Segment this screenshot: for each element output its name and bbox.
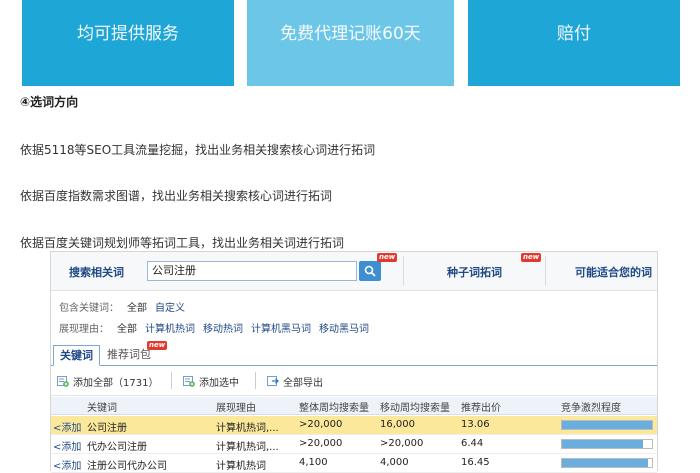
add-row-link[interactable]: <添加: [53, 438, 81, 453]
add-selected-button[interactable]: 添加选中: [183, 374, 239, 389]
divider: [171, 372, 172, 389]
divider: [255, 372, 256, 389]
bid-cell: 16.45: [461, 457, 490, 468]
banner-text: 均可提供服务: [77, 24, 179, 44]
competition-bar: [561, 458, 653, 468]
include-option-all[interactable]: 全部: [127, 303, 147, 314]
competition-bar: [561, 420, 653, 430]
result-tabs: 关键词 推荐词包 new: [51, 341, 657, 366]
search-label[interactable]: 搜索相关词: [69, 264, 124, 280]
reason-label: 展现理由：: [59, 324, 109, 335]
new-badge: new: [521, 253, 542, 262]
column-total-volume[interactable]: 整体周均搜索量: [299, 399, 369, 414]
new-badge: new: [377, 253, 398, 262]
reason-option-pc-hot[interactable]: 计算机热词: [145, 324, 195, 335]
add-list-icon: [183, 376, 195, 387]
step-heading: ④选词方向: [20, 95, 79, 109]
bid-cell: 6.44: [461, 438, 484, 449]
table-row[interactable]: <添加 代办公司注册 计算机热词,... >20,000 >20,000 6.4…: [51, 435, 657, 454]
table-row[interactable]: <添加 公司注册 计算机热词,... >20,000 16,000 13.06: [51, 416, 657, 435]
paragraph-1: 依据5118等SEO工具流量挖掘，找出业务相关搜索核心词进行拓词: [20, 143, 376, 157]
include-filter: 包含关键词： 全部 自定义: [59, 299, 185, 314]
tab-keywords[interactable]: 关键词: [53, 345, 100, 366]
reason-cell: 计算机热词,...: [216, 442, 279, 453]
competition-fill: [562, 459, 648, 467]
reason-option-mobile-hot[interactable]: 移动热词: [203, 324, 243, 335]
competition-fill: [562, 421, 652, 429]
include-label: 包含关键词：: [59, 303, 119, 314]
column-competition[interactable]: 竞争激烈程度: [561, 399, 621, 414]
reason-option-pc-darkhorse[interactable]: 计算机黑马词: [251, 324, 311, 335]
add-all-label: 添加全部（1731）: [73, 378, 159, 389]
total-volume-cell: >20,000: [299, 438, 343, 449]
service-banner-2: 免费代理记账60天: [247, 0, 454, 86]
keyword-cell: 公司注册: [87, 423, 127, 434]
divider: [403, 256, 404, 286]
service-banner-1: 均可提供服务: [22, 0, 234, 86]
divider: [545, 256, 546, 286]
reason-option-mobile-darkhorse[interactable]: 移动黑马词: [319, 324, 369, 335]
add-selected-label: 添加选中: [199, 378, 239, 389]
export-all-button[interactable]: 全部导出: [267, 374, 323, 389]
table-header: 关键词 展现理由 整体周均搜索量 移动周均搜索量 推荐出价 竞争激烈程度: [51, 397, 657, 415]
add-row-link[interactable]: <添加: [53, 419, 81, 434]
column-mobile-volume[interactable]: 移动周均搜索量: [380, 399, 450, 414]
export-icon: [267, 376, 279, 386]
search-input[interactable]: 公司注册: [147, 261, 357, 281]
bid-cell: 13.06: [461, 419, 490, 430]
keyword-planner-panel: 搜索相关词 公司注册 new 种子词拓词 new 可能适合您的词 包含关键词： 全…: [50, 251, 658, 473]
reason-cell: 计算机热词,...: [216, 423, 279, 434]
total-volume-cell: >20,000: [299, 419, 343, 430]
search-button[interactable]: [359, 261, 381, 281]
paragraph-2: 依据百度指数需求图谱，找出业务相关搜索核心词进行拓词: [20, 189, 333, 203]
competition-bar: [561, 439, 653, 449]
mobile-volume-cell: 16,000: [380, 419, 415, 430]
tab-seed-expand[interactable]: 种子词拓词: [447, 264, 502, 280]
banner-text: 免费代理记账60天: [280, 24, 421, 44]
add-list-icon: [57, 376, 69, 387]
reason-filter: 展现理由： 全部 计算机热词 移动热词 计算机黑马词 移动黑马词: [59, 320, 369, 335]
mobile-volume-cell: 4,000: [380, 457, 409, 468]
service-banner-3: 赔付: [468, 0, 680, 86]
tab-suggested-words[interactable]: 可能适合您的词: [575, 264, 652, 280]
total-volume-cell: 4,100: [299, 457, 328, 468]
column-bid[interactable]: 推荐出价: [461, 399, 501, 414]
include-option-custom[interactable]: 自定义: [155, 303, 185, 314]
export-all-label: 全部导出: [283, 378, 323, 389]
column-reason[interactable]: 展现理由: [216, 399, 256, 414]
table-row[interactable]: <添加 注册公司代办公司 计算机热词 4,100 4,000 16.45: [51, 454, 657, 473]
reason-option-all[interactable]: 全部: [117, 324, 137, 335]
mobile-volume-cell: >20,000: [380, 438, 424, 449]
paragraph-3: 依据百度关键词规划师等拓词工具，找出业务相关词进行拓词: [20, 236, 345, 250]
banner-text: 赔付: [557, 24, 591, 44]
keyword-cell: 代办公司注册: [87, 442, 147, 453]
column-keyword[interactable]: 关键词: [87, 399, 117, 414]
new-badge: new: [147, 341, 168, 350]
action-bar: 添加全部（1731） 添加选中 全部导出: [51, 366, 657, 396]
search-icon: [364, 265, 376, 277]
search-bar: 搜索相关词 公司注册 new 种子词拓词 new 可能适合您的词: [51, 252, 657, 291]
competition-fill: [562, 440, 643, 448]
add-all-button[interactable]: 添加全部（1731）: [57, 374, 158, 389]
